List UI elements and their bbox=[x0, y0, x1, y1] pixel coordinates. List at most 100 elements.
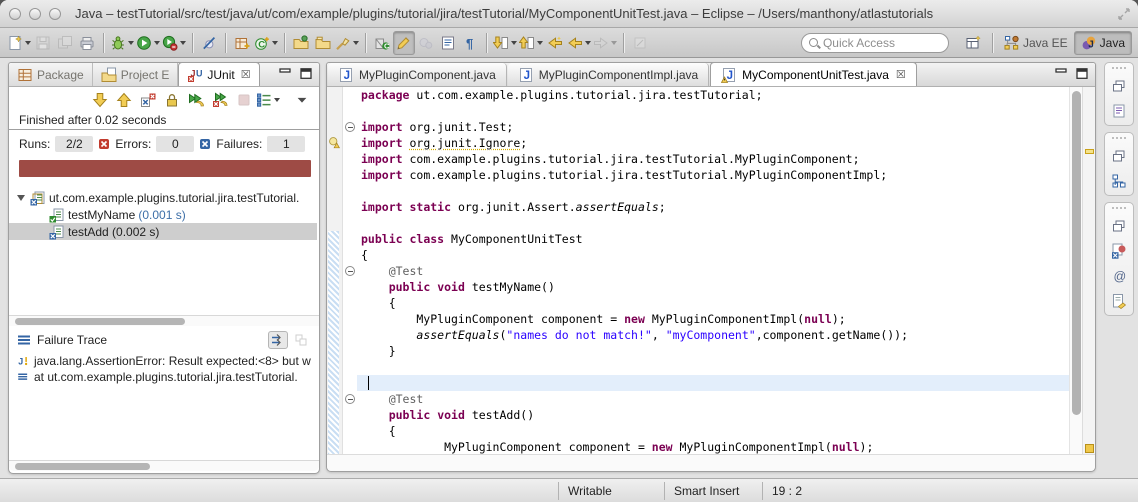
quick-access-input[interactable]: Quick Access bbox=[801, 33, 949, 53]
test-hierarchy-button[interactable] bbox=[257, 89, 279, 111]
maximize-view-icon[interactable] bbox=[300, 68, 313, 79]
dropdown-arrow-icon[interactable] bbox=[25, 41, 31, 45]
view-tab-project-e[interactable]: Project E bbox=[93, 63, 179, 86]
next-failed-test-button[interactable] bbox=[89, 89, 111, 111]
show-whitespace-button[interactable]: ¶ bbox=[459, 31, 481, 55]
dropdown-arrow-icon[interactable] bbox=[353, 41, 359, 45]
code-line[interactable]: import org.junit.Test; bbox=[357, 119, 1069, 135]
compare-result-icon[interactable] bbox=[291, 331, 311, 349]
run-external-button[interactable] bbox=[161, 31, 187, 55]
dropdown-arrow-icon[interactable] bbox=[611, 41, 617, 45]
annotations-view-button[interactable]: @ bbox=[1108, 266, 1130, 286]
code-line[interactable]: public void testMyName() bbox=[357, 279, 1069, 295]
print-button[interactable] bbox=[76, 31, 98, 55]
junit-view-button[interactable] bbox=[1108, 241, 1130, 261]
fold-collapse-icon[interactable] bbox=[345, 122, 355, 132]
restore-view-button[interactable] bbox=[1108, 216, 1130, 236]
failure-trace-line[interactable]: Jjava.lang.AssertionError: Result expect… bbox=[9, 353, 319, 369]
close-icon[interactable]: ☒ bbox=[241, 68, 251, 81]
restore-view-button[interactable] bbox=[1108, 76, 1130, 96]
tasks-view-button[interactable] bbox=[1108, 291, 1130, 311]
new-java-project-button[interactable] bbox=[231, 31, 253, 55]
prev-annotation-button[interactable] bbox=[518, 31, 544, 55]
test-tree-row[interactable]: testAdd (0.002 s) bbox=[9, 223, 317, 240]
code-line[interactable]: import com.example.plugins.tutorial.jira… bbox=[357, 167, 1069, 183]
close-window-icon[interactable] bbox=[9, 8, 21, 20]
dropdown-arrow-icon[interactable] bbox=[585, 41, 591, 45]
code-area[interactable]: package ut.com.example.plugins.tutorial.… bbox=[357, 87, 1069, 455]
dropdown-arrow-icon[interactable] bbox=[128, 41, 134, 45]
next-annotation-button[interactable] bbox=[492, 31, 518, 55]
minimize-window-icon[interactable] bbox=[29, 8, 41, 20]
open-resource-button[interactable] bbox=[312, 31, 334, 55]
type-hierarchy-view-button[interactable] bbox=[1108, 171, 1130, 191]
code-line[interactable]: assertEquals("names do not match!", "myC… bbox=[357, 327, 1069, 343]
scrollbar-thumb[interactable] bbox=[1072, 91, 1081, 415]
code-line[interactable]: MyPluginComponent component = new MyPlug… bbox=[357, 439, 1069, 455]
code-line[interactable]: } bbox=[357, 343, 1069, 359]
skip-breakpoints-button[interactable] bbox=[198, 31, 220, 55]
dropdown-arrow-icon[interactable] bbox=[154, 41, 160, 45]
drag-handle[interactable] bbox=[1112, 205, 1126, 211]
view-tab-junit[interactable]: JUJUnit☒ bbox=[178, 62, 259, 86]
run-button[interactable] bbox=[135, 31, 161, 55]
fold-collapse-icon[interactable] bbox=[345, 394, 355, 404]
code-line[interactable] bbox=[357, 359, 1069, 375]
scrollbar-thumb[interactable] bbox=[15, 318, 185, 325]
show-failures-only-button[interactable] bbox=[137, 89, 159, 111]
test-tree-row[interactable]: testMyName (0.001 s) bbox=[9, 206, 317, 223]
code-line[interactable]: import com.example.plugins.tutorial.jira… bbox=[357, 151, 1069, 167]
zoom-window-icon[interactable] bbox=[49, 8, 61, 20]
maximize-editor-icon[interactable] bbox=[1076, 68, 1089, 79]
code-line[interactable]: @Test bbox=[357, 263, 1069, 279]
show-source-button[interactable] bbox=[437, 31, 459, 55]
folding-column[interactable] bbox=[343, 87, 357, 455]
fullscreen-icon[interactable] bbox=[1118, 8, 1130, 20]
focus-task-button[interactable]: C bbox=[371, 31, 393, 55]
view-menu-button[interactable] bbox=[291, 89, 313, 111]
outline-view-button[interactable] bbox=[1108, 101, 1130, 121]
perspective-java-ee[interactable]: Java EE bbox=[998, 31, 1074, 55]
annotation-summary-icon[interactable] bbox=[1085, 444, 1094, 453]
open-perspective-button[interactable] bbox=[959, 31, 987, 55]
dropdown-arrow-icon[interactable] bbox=[180, 41, 186, 45]
dropdown-arrow-icon[interactable] bbox=[272, 41, 278, 45]
fold-collapse-icon[interactable] bbox=[345, 266, 355, 276]
code-line[interactable]: { bbox=[357, 247, 1069, 263]
close-icon[interactable]: ☒ bbox=[896, 68, 906, 81]
code-line[interactable]: import org.junit.Ignore; bbox=[357, 135, 1069, 151]
warning-marker[interactable] bbox=[1085, 149, 1094, 154]
code-line[interactable]: MyPluginComponent component = new MyPlug… bbox=[357, 311, 1069, 327]
restore-view-button[interactable] bbox=[1108, 146, 1130, 166]
dropdown-arrow-icon[interactable] bbox=[537, 41, 543, 45]
minimize-view-icon[interactable] bbox=[279, 68, 292, 79]
drag-handle[interactable] bbox=[1112, 135, 1126, 141]
rerun-failed-first-button[interactable] bbox=[209, 89, 231, 111]
search-button[interactable] bbox=[334, 31, 360, 55]
dropdown-arrow-icon[interactable] bbox=[511, 41, 517, 45]
code-line[interactable] bbox=[357, 103, 1069, 119]
code-line[interactable]: package ut.com.example.plugins.tutorial.… bbox=[357, 87, 1069, 103]
new-wizard-button[interactable] bbox=[6, 31, 32, 55]
failure-trace-line[interactable]: at ut.com.example.plugins.tutorial.jira.… bbox=[9, 369, 319, 385]
test-tree-row[interactable]: ut.com.example.plugins.tutorial.jira.tes… bbox=[9, 189, 317, 206]
dropdown-arrow-icon[interactable] bbox=[274, 98, 280, 102]
code-line[interactable]: import static org.junit.Assert.assertEqu… bbox=[357, 199, 1069, 215]
previous-failed-test-button[interactable] bbox=[113, 89, 135, 111]
debug-button[interactable] bbox=[109, 31, 135, 55]
editor-horizontal-scrollbar[interactable] bbox=[327, 454, 1095, 471]
code-line[interactable]: { bbox=[357, 295, 1069, 311]
expand-caret-icon[interactable] bbox=[17, 195, 25, 201]
back-button[interactable] bbox=[566, 31, 592, 55]
open-type-button[interactable] bbox=[290, 31, 312, 55]
editor-tab-myplugincomponentimpl-java[interactable]: JMyPluginComponentImpl.java bbox=[508, 63, 709, 86]
scrollbar-thumb[interactable] bbox=[15, 463, 150, 470]
last-edit-location-button[interactable] bbox=[544, 31, 566, 55]
show-trace-in-console-icon[interactable] bbox=[268, 331, 288, 349]
code-line[interactable]: public class MyComponentUnitTest bbox=[357, 231, 1069, 247]
editor-tab-myplugincomponent-java[interactable]: JMyPluginComponent.java bbox=[328, 63, 507, 86]
minimize-editor-icon[interactable] bbox=[1055, 68, 1068, 79]
scroll-lock-button[interactable] bbox=[161, 89, 183, 111]
drag-handle[interactable] bbox=[1112, 65, 1126, 71]
title-bar[interactable]: Java – testTutorial/src/test/java/ut/com… bbox=[0, 0, 1138, 28]
